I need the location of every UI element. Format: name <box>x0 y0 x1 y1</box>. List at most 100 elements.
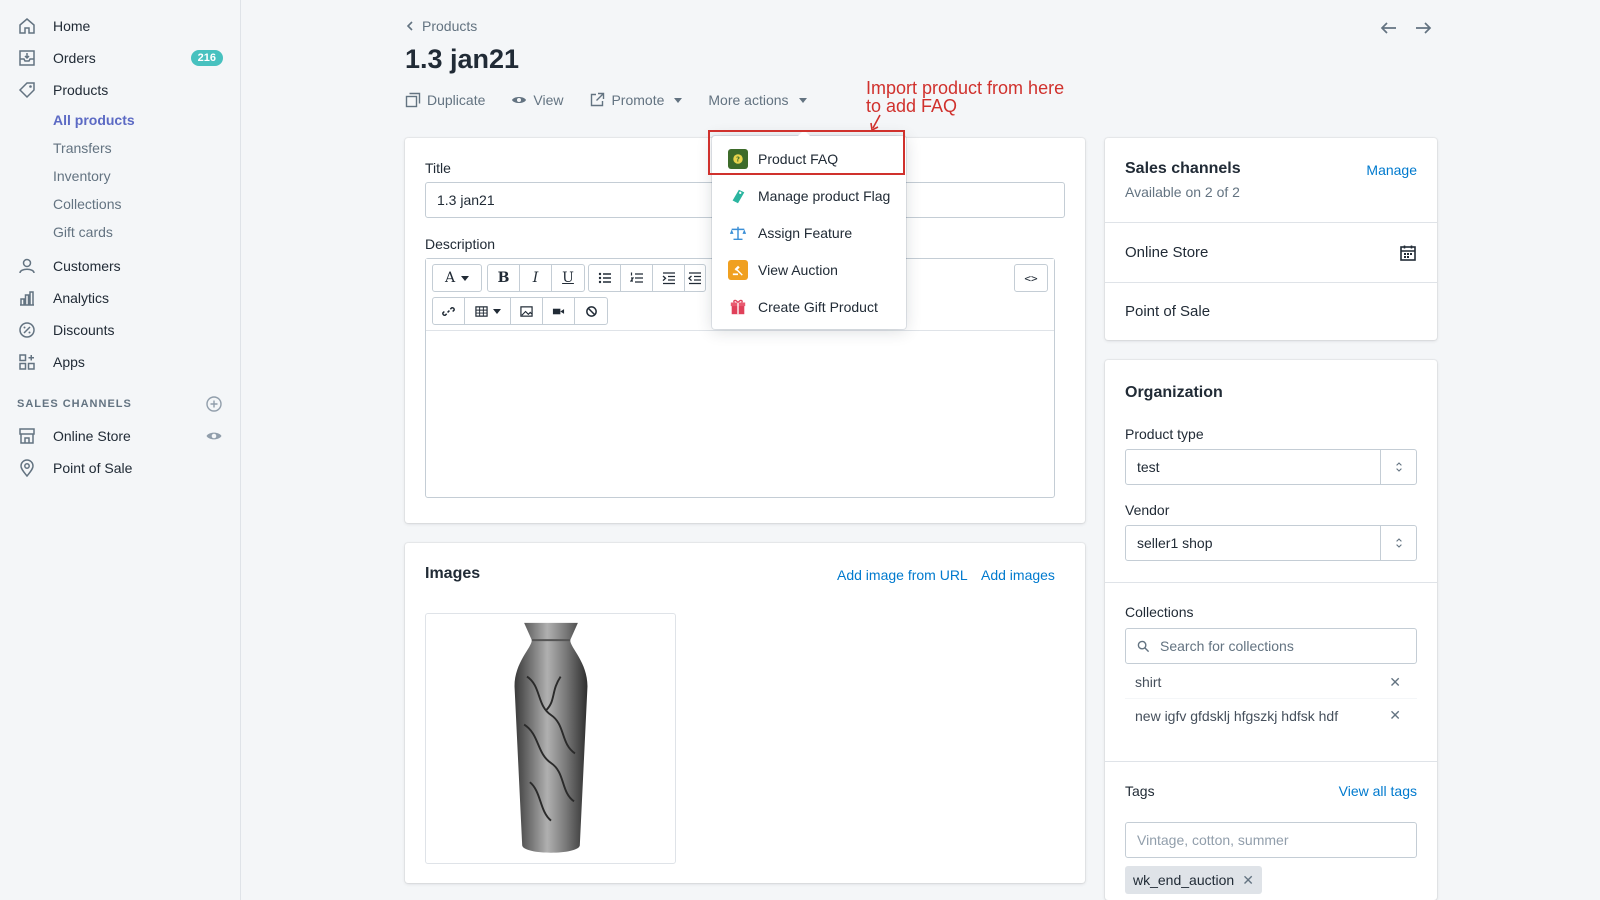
duplicate-label: Duplicate <box>427 92 486 108</box>
remove-collection-icon[interactable]: ✕ <box>1389 707 1401 724</box>
more-actions-dropdown: ? Product FAQ Manage product Flag Assign… <box>712 130 906 329</box>
eye-icon[interactable] <box>205 427 223 445</box>
code-view-icon[interactable]: <> <box>1015 265 1047 291</box>
tags-input[interactable]: Vintage, cotton, summer <box>1125 822 1417 858</box>
remove-tag-icon[interactable]: ✕ <box>1242 872 1254 889</box>
view-label: View <box>533 92 564 108</box>
nav-discounts[interactable]: Discounts <box>0 314 240 346</box>
external-link-icon <box>591 92 605 107</box>
nav-discounts-label: Discounts <box>53 322 115 338</box>
menu-item-label: Manage product Flag <box>758 187 891 204</box>
sales-channels-heading-label: SALES CHANNELS <box>17 398 132 410</box>
nav-collections[interactable]: Collections <box>0 190 240 218</box>
add-image-url-link[interactable]: Add image from URL <box>837 567 968 583</box>
caret-down-icon <box>674 97 683 103</box>
eye-icon <box>512 97 527 103</box>
caret-down-icon <box>492 308 501 314</box>
nav-customers[interactable]: Customers <box>0 250 240 282</box>
list-group <box>588 264 706 292</box>
select-arrows-icon <box>1380 450 1416 484</box>
promote-label: Promote <box>611 92 665 108</box>
nav-point-of-sale[interactable]: Point of Sale <box>0 452 240 484</box>
title-label: Title <box>425 160 451 176</box>
menu-item-view-auction[interactable]: View Auction <box>712 251 906 288</box>
tag-chip-list: wk_end_auction ✕ <box>1125 866 1262 894</box>
menu-item-label: Create Gift Product <box>758 298 878 315</box>
nav-products[interactable]: Products <box>0 74 240 106</box>
numbered-list-icon[interactable] <box>621 265 653 291</box>
vendor-select[interactable]: seller1 shop <box>1125 525 1417 561</box>
product-image-thumbnail[interactable] <box>425 613 676 864</box>
store-icon <box>17 426 37 446</box>
sales-channels-title: Sales channels <box>1125 160 1241 177</box>
sales-channels-card: Sales channels Manage Available on 2 of … <box>1105 138 1437 340</box>
nav-online-store-label: Online Store <box>53 428 131 444</box>
nav-inventory[interactable]: Inventory <box>0 162 240 190</box>
collections-label: Collections <box>1125 604 1194 620</box>
search-icon <box>1137 640 1150 652</box>
view-all-tags-link[interactable]: View all tags <box>1339 783 1417 799</box>
svg-text:?: ? <box>736 155 740 163</box>
promote-button[interactable]: Promote <box>589 92 683 108</box>
video-icon[interactable] <box>543 298 575 324</box>
nav-orders[interactable]: Orders 216 <box>0 42 240 74</box>
more-actions-button[interactable]: More actions <box>708 92 807 108</box>
menu-item-create-gift[interactable]: Create Gift Product <box>712 288 906 325</box>
gift-icon <box>728 297 748 317</box>
menu-item-product-faq[interactable]: ? Product FAQ <box>712 140 906 177</box>
calendar-icon[interactable] <box>1399 244 1417 262</box>
arrow-left-icon[interactable] <box>1379 18 1399 38</box>
nav-transfers[interactable]: Transfers <box>0 134 240 162</box>
auction-icon <box>728 259 748 280</box>
add-channel-icon[interactable] <box>205 395 223 413</box>
clear-format-icon[interactable] <box>575 298 607 324</box>
tags-title: Tags <box>1125 783 1155 799</box>
nav-gift-cards[interactable]: Gift cards <box>0 218 240 246</box>
nav-apps[interactable]: Apps <box>0 346 240 378</box>
manage-channels-link[interactable]: Manage <box>1366 162 1417 178</box>
menu-item-manage-flag[interactable]: Manage product Flag <box>712 177 906 214</box>
nav-orders-label: Orders <box>53 50 96 66</box>
bold-button[interactable]: B <box>488 265 520 291</box>
italic-button[interactable]: I <box>520 265 552 291</box>
collections-search-input[interactable]: Search for collections <box>1125 628 1417 664</box>
underline-button[interactable]: U <box>552 265 584 291</box>
product-type-value: test <box>1137 459 1160 475</box>
location-icon <box>17 458 37 478</box>
breadcrumb[interactable]: Products <box>404 18 477 34</box>
menu-item-assign-feature[interactable]: Assign Feature <box>712 214 906 251</box>
image-icon[interactable] <box>511 298 543 324</box>
product-type-select[interactable]: test <box>1125 449 1417 485</box>
html-group: <> <box>1014 264 1048 292</box>
page-actions: Duplicate View Promote More actions <box>405 92 807 108</box>
link-icon[interactable] <box>433 298 465 324</box>
nav-online-store[interactable]: Online Store <box>0 420 240 452</box>
insert-group <box>432 297 608 325</box>
sidebar: Home Orders 216 Products All products Tr… <box>0 0 241 900</box>
arrow-right-icon[interactable] <box>1413 18 1433 38</box>
add-images-link[interactable]: Add images <box>981 567 1055 583</box>
outdent-icon[interactable] <box>685 265 705 291</box>
font-color-button[interactable]: A <box>433 265 481 291</box>
more-actions-label: More actions <box>708 92 789 108</box>
bullet-list-icon[interactable] <box>589 265 621 291</box>
remove-collection-icon[interactable]: ✕ <box>1389 674 1401 691</box>
channels-availability: Available on 2 of 2 <box>1125 184 1240 200</box>
nav-apps-label: Apps <box>53 354 85 370</box>
collection-name: new igfv gfdsklj hfgszkj hdfsk hdf <box>1135 707 1339 724</box>
table-icon[interactable] <box>465 298 511 324</box>
view-button[interactable]: View <box>511 92 563 108</box>
tags-placeholder: Vintage, cotton, summer <box>1137 832 1289 848</box>
collections-placeholder: Search for collections <box>1160 638 1294 654</box>
indent-icon[interactable] <box>653 265 685 291</box>
duplicate-button[interactable]: Duplicate <box>405 92 485 108</box>
main-content: Products 1.3 jan21 Duplicate View Promot… <box>241 0 1600 900</box>
channel-name: Point of Sale <box>1125 303 1211 320</box>
chevron-left-icon <box>406 21 413 31</box>
nav-analytics[interactable]: Analytics <box>0 282 240 314</box>
format-group: B I U <box>487 264 585 292</box>
nav-home[interactable]: Home <box>0 10 240 42</box>
menu-item-label: Product FAQ <box>758 150 839 167</box>
nav-all-products[interactable]: All products <box>0 106 240 134</box>
tags-divider <box>1105 761 1437 762</box>
